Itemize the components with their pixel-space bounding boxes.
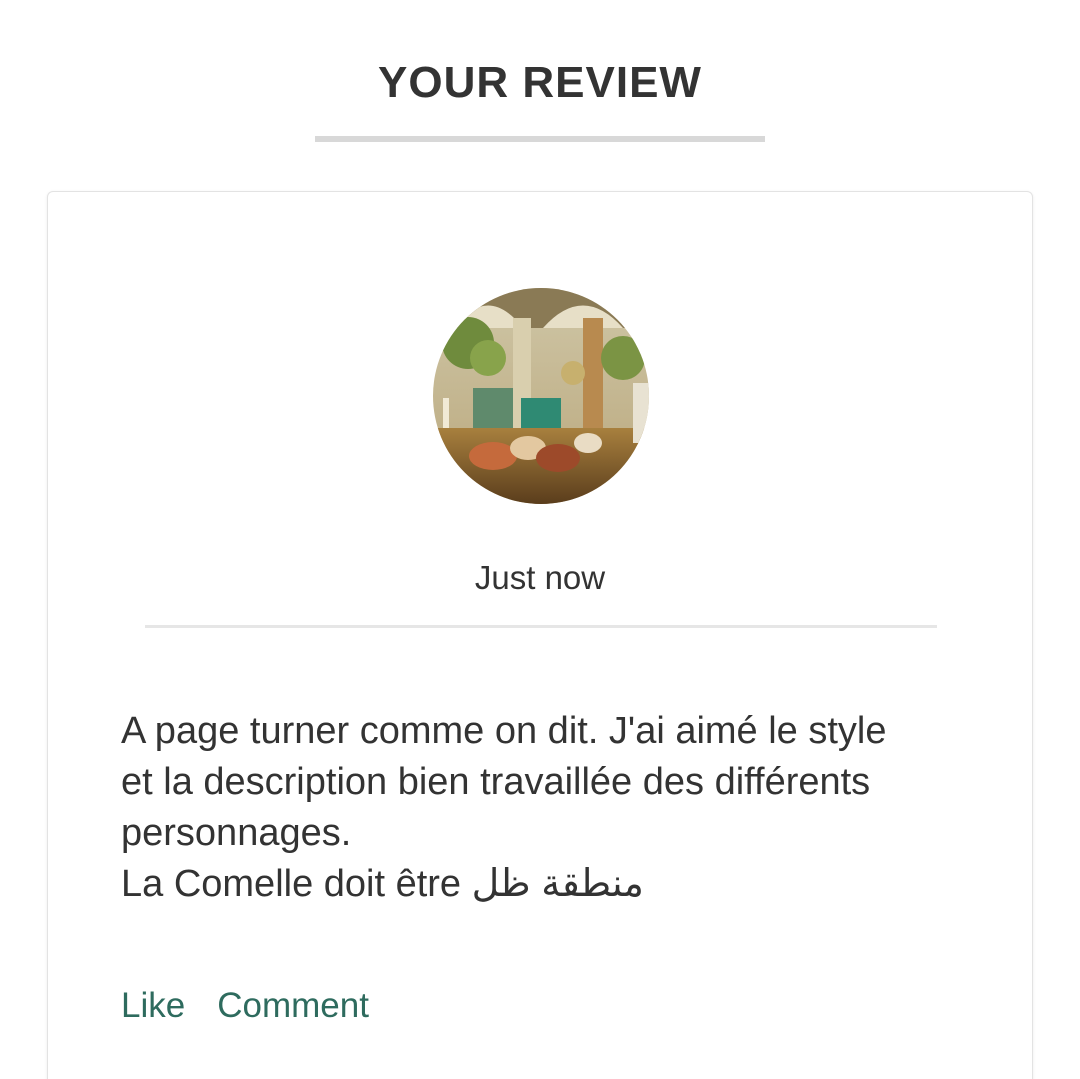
review-page: YOUR REVIEW Just now A page turner comme… [0,0,1080,1079]
review-timestamp: Just now [474,559,606,596]
title-underline [315,136,765,142]
review-body: A page turner comme on dit. J'ai aimé le… [121,706,921,910]
review-text-line: La Comelle doit être منطقة ظل [121,863,644,905]
page-title: YOUR REVIEW [378,58,702,107]
avatar-image [433,288,649,504]
divider [145,625,937,628]
review-actions: Like Comment [121,986,369,1026]
comment-button[interactable]: Comment [217,986,369,1026]
review-card: Just now A page turner comme on dit. J'a… [47,191,1033,1079]
painting-avatar-icon[interactable] [433,288,649,504]
review-text-line: A page turner comme on dit. J'ai aimé le… [121,710,887,854]
like-button[interactable]: Like [121,986,185,1026]
